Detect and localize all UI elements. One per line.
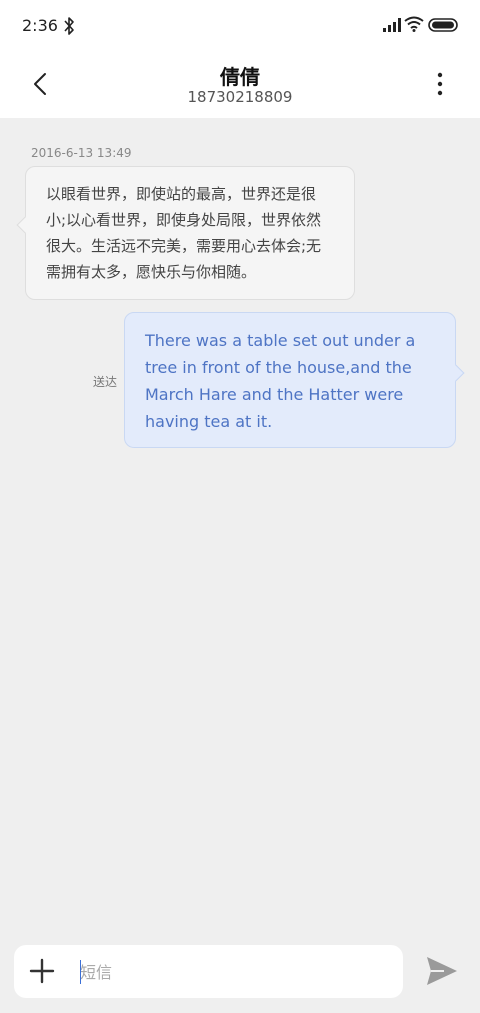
delivery-status: 送达	[93, 375, 118, 389]
text-cursor	[80, 960, 81, 984]
more-options-button[interactable]	[426, 66, 454, 102]
outgoing-message-text: There was a table set out under a tree i…	[145, 331, 416, 431]
message-timestamp: 2016-6-13 13:49	[31, 146, 132, 160]
contact-name: 倩倩	[220, 65, 260, 89]
conversation-header: 倩倩 18730218809	[0, 52, 480, 118]
incoming-message-bubble[interactable]: 以眼看世界，即使站的最高，世界还是很小;以心看世界，即使身处局限，世界依然很大。…	[16, 166, 355, 300]
incoming-message-text: 以眼看世界，即使站的最高，世界还是很小;以心看世界，即使身处局限，世界依然很大。…	[46, 185, 322, 281]
status-bar: 2:36	[0, 0, 480, 52]
message-input[interactable]	[80, 955, 380, 989]
message-thread: 2016-6-13 13:49 以眼看世界，即使站的最高，世界还是很小;以心看世…	[0, 118, 480, 938]
send-icon[interactable]	[424, 954, 460, 988]
status-time: 2:36	[22, 16, 58, 35]
bubble-tail	[447, 364, 465, 382]
messaging-screen: 2:36 倩倩 18730218809 2016-6-13 13:49 以眼看世…	[0, 0, 480, 1013]
contact-number: 18730218809	[187, 88, 293, 106]
wifi-icon	[404, 16, 424, 32]
bluetooth-icon	[64, 17, 74, 35]
compose-bar	[14, 945, 403, 998]
battery-icon	[428, 18, 458, 32]
plus-icon[interactable]	[28, 957, 56, 985]
outgoing-message-bubble[interactable]: There was a table set out under a tree i…	[124, 312, 465, 448]
signal-icon	[383, 18, 401, 32]
bubble-tail	[16, 216, 34, 234]
more-vertical-icon	[437, 72, 443, 96]
